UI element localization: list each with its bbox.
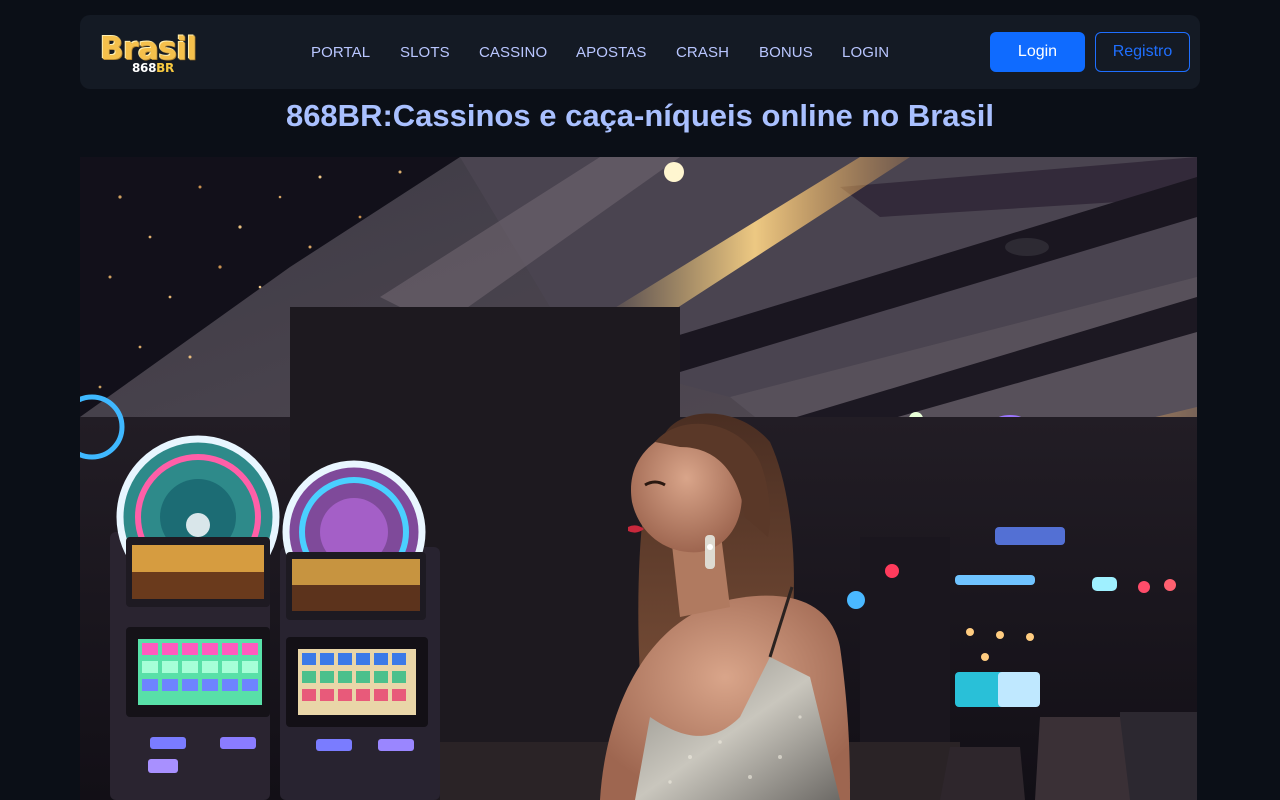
hero-banner-image <box>80 157 1197 800</box>
login-button[interactable]: Login <box>990 32 1085 72</box>
register-button[interactable]: Registro <box>1095 32 1190 72</box>
nav-cassino[interactable]: CASSINO <box>479 44 547 61</box>
nav-portal[interactable]: PORTAL <box>311 44 370 61</box>
slot-machine-right <box>280 460 440 800</box>
nav-apostas[interactable]: APOSTAS <box>576 44 646 61</box>
nav-crash[interactable]: CRASH <box>676 44 729 61</box>
nav-slots[interactable]: SLOTS <box>400 44 450 61</box>
page-title: 868BR:Cassinos e caça-níqueis online no … <box>285 98 995 133</box>
site-header: Brasil 868BR PORTAL SLOTS CASSINO APOSTA… <box>80 15 1200 89</box>
nav-bonus[interactable]: BONUS <box>759 44 813 61</box>
casino-scene-illustration <box>80 157 1197 800</box>
nav-login[interactable]: LOGIN <box>842 44 889 61</box>
